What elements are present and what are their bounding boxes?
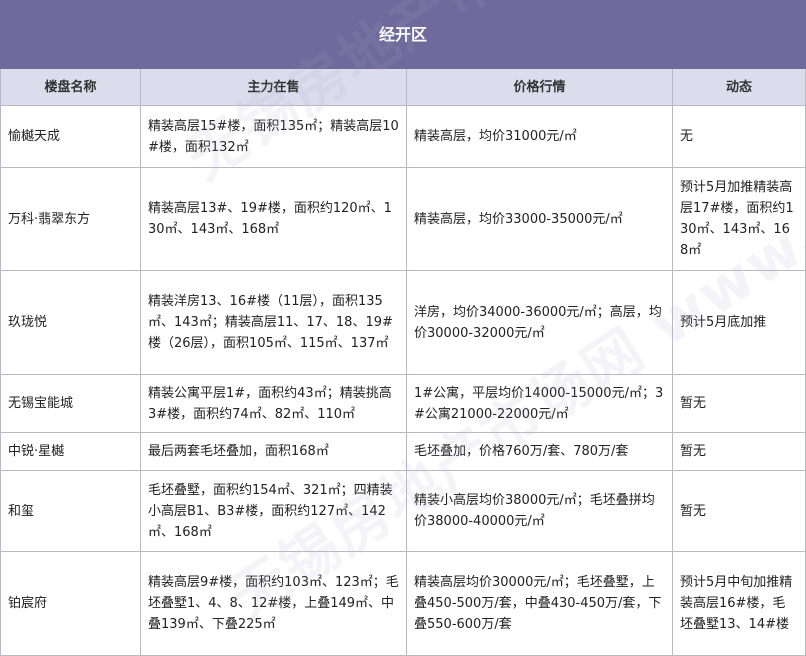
title-row: 经开区 <box>0 0 806 69</box>
cell-status: 暂无 <box>671 432 806 471</box>
cell-name: 万科·翡翠东方 <box>0 167 141 271</box>
table-row: 玖珑悦 精装洋房13、16#楼（11层），面积135㎡、143㎡；精装高层11、… <box>0 270 806 375</box>
cell-name: 愉樾天成 <box>0 105 141 168</box>
cell-price: 洋房，均价34000-36000元/㎡；高层，均价30000-32000元/㎡ <box>406 270 673 375</box>
table-row: 和玺 毛坯叠墅，面积约154㎡、321㎡；四精装小高层B1、B3#楼，面积约12… <box>0 470 806 552</box>
table-row: 愉樾天成 精装高层15#楼，面积135㎡；精装高层10#楼，面积132㎡ 精装高… <box>0 105 806 168</box>
cell-selling: 精装洋房13、16#楼（11层），面积135㎡、143㎡；精装高层11、17、1… <box>140 270 407 375</box>
header-selling: 主力在售 <box>140 68 407 106</box>
cell-selling: 精装公寓平层1#，面积约43㎡；精装挑高3#楼，面积约74㎡、82㎡、110㎡ <box>140 374 407 433</box>
cell-name: 中锐·星樾 <box>0 432 141 471</box>
cell-selling: 精装高层15#楼，面积135㎡；精装高层10#楼，面积132㎡ <box>140 105 407 168</box>
cell-price: 精装高层，均价31000元/㎡ <box>406 105 673 168</box>
cell-price: 精装高层，均价33000-35000元/㎡ <box>406 167 673 271</box>
table-title: 经开区 <box>0 0 806 69</box>
table-row: 万科·翡翠东方 精装高层13#、19#楼，面积约120㎡、130㎡、143㎡、1… <box>0 167 806 271</box>
cell-name: 玖珑悦 <box>0 270 141 375</box>
cell-selling: 最后两套毛坯叠加，面积168㎡ <box>140 432 407 471</box>
cell-name: 和玺 <box>0 470 141 552</box>
page: 经开区 楼盘名称 主力在售 价格行情 动态 愉樾天成 精装高层15#楼，面积13… <box>0 0 806 656</box>
cell-price: 1#公寓，平层均价14000-15000元/㎡；3#公寓21000-22000元… <box>406 374 673 433</box>
cell-status: 预计5月中旬加推精装高层16#楼，毛坯叠墅13、14#楼 <box>671 551 806 656</box>
cell-status: 暂无 <box>671 374 806 433</box>
cell-selling: 精装高层13#、19#楼，面积约120㎡、130㎡、143㎡、168㎡ <box>140 167 407 271</box>
cell-status: 预计5月加推精装高层17#楼，面积约130㎡、143㎡、168㎡ <box>671 167 806 271</box>
cell-status: 暂无 <box>671 470 806 552</box>
table-row: 中锐·星樾 最后两套毛坯叠加，面积168㎡ 毛坯叠加，价格760万/套、780万… <box>0 432 806 471</box>
header-row: 楼盘名称 主力在售 价格行情 动态 <box>0 68 806 106</box>
cell-name: 铂宸府 <box>0 551 141 656</box>
header-status: 动态 <box>671 68 806 106</box>
cell-status: 预计5月底加推 <box>671 270 806 375</box>
cell-name: 无锡宝能城 <box>0 374 141 433</box>
cell-price: 精装高层均价30000元/㎡；毛坯叠墅，上叠450-500万/套，中叠430-4… <box>406 551 673 656</box>
cell-price: 精装小高层均价38000元/㎡；毛坯叠拼均价38000-40000元/㎡ <box>406 470 673 552</box>
header-price: 价格行情 <box>406 68 673 106</box>
cell-status: 无 <box>671 105 806 168</box>
cell-selling: 毛坯叠墅，面积约154㎡、321㎡；四精装小高层B1、B3#楼，面积约127㎡、… <box>140 470 407 552</box>
table-row: 无锡宝能城 精装公寓平层1#，面积约43㎡；精装挑高3#楼，面积约74㎡、82㎡… <box>0 374 806 433</box>
property-table: 经开区 楼盘名称 主力在售 价格行情 动态 愉樾天成 精装高层15#楼，面积13… <box>0 0 806 656</box>
cell-price: 毛坯叠加，价格760万/套、780万/套 <box>406 432 673 471</box>
table-row: 铂宸府 精装高层9#楼，面积约103㎡、123㎡；毛坯叠墅1、4、8、12#楼，… <box>0 551 806 656</box>
cell-selling: 精装高层9#楼，面积约103㎡、123㎡；毛坯叠墅1、4、8、12#楼，上叠14… <box>140 551 407 656</box>
header-name: 楼盘名称 <box>0 68 141 106</box>
